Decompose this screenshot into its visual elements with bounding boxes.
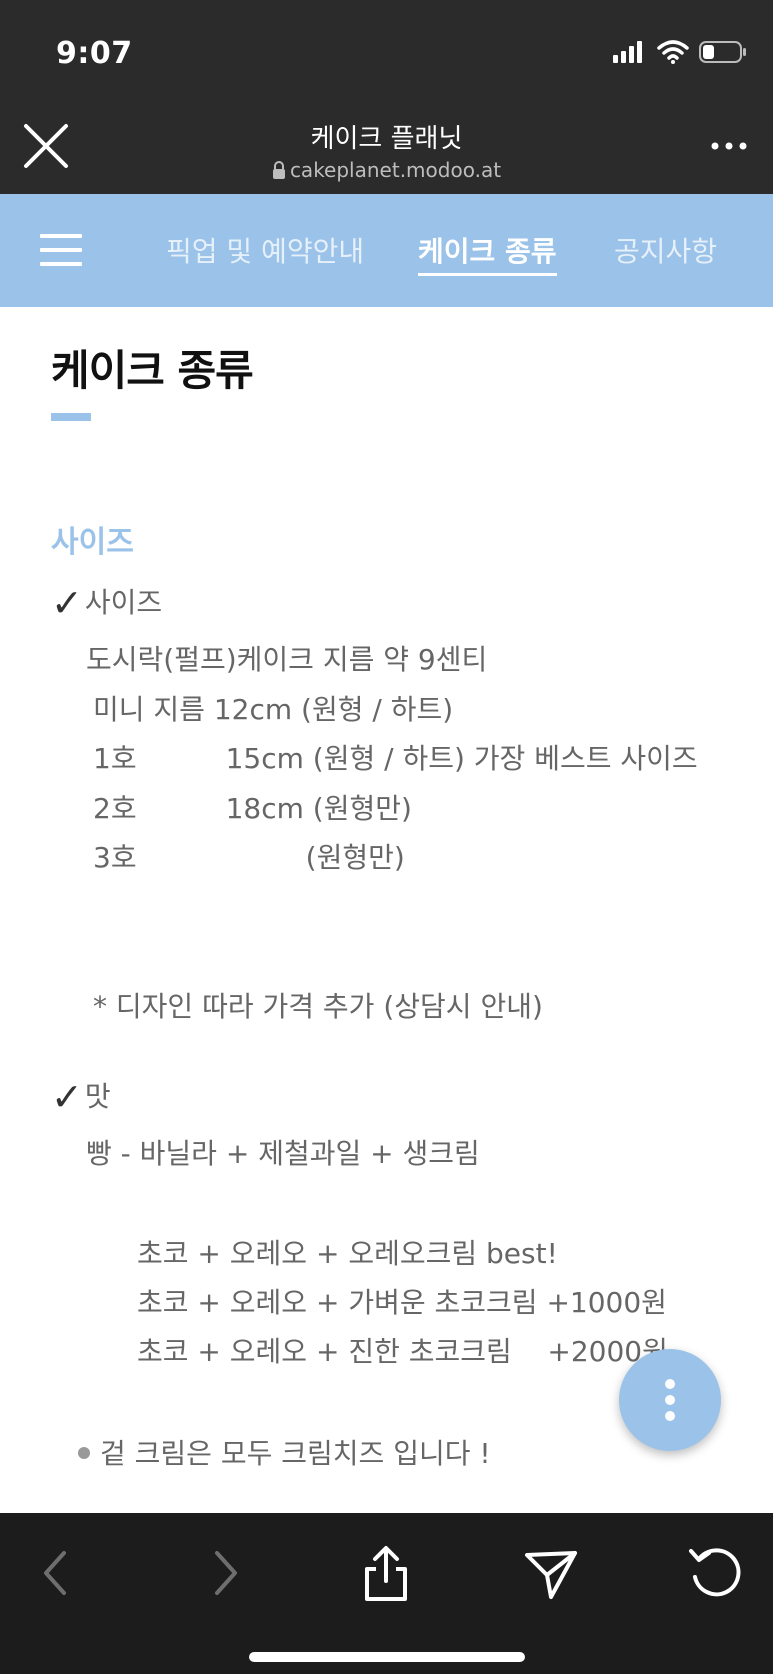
browser-title: 케이크 플래닛 (310, 124, 463, 154)
tab-cake-types[interactable]: 케이크 종류 (418, 230, 557, 276)
taste-line: 초코 + 오레오 + 가벼운 초코크림 +1000원 (137, 1286, 667, 1319)
size-line: 미니 지름 12cm (원형 / 하트) (93, 693, 454, 726)
battery-icon (699, 41, 746, 63)
main-content: 케이크 종류 사이즈 ✓사이즈 도시락(펄프)케이크 지름 약 9센티 미니 지… (0, 307, 773, 1513)
title-underline (51, 413, 91, 421)
vertical-dots-icon (665, 1379, 675, 1389)
url-text: cakeplanet.modoo.at (289, 158, 502, 182)
size-line: 도시락(펄프)케이크 지름 약 9센티 (86, 643, 488, 676)
bullet-icon (78, 1447, 90, 1459)
site-nav: 픽업 및 예약안내 케이크 종류 공지사항 (0, 194, 773, 307)
browser-header: 9:07 케이크 플래닛 cakeplanet.modoo.at (0, 0, 773, 194)
taste-header: ✓맛 (51, 1075, 111, 1119)
cellular-signal-icon (613, 41, 642, 63)
taste-line: 빵 - 바닐라 + 제철과일 + 생크림 (86, 1137, 480, 1170)
tab-pickup-reservation[interactable]: 픽업 및 예약안내 (166, 230, 364, 270)
floating-menu-button[interactable] (619, 1349, 721, 1451)
send-button[interactable] (521, 1543, 581, 1603)
vertical-dots-icon-dot (665, 1411, 675, 1421)
size-line: 3호 (원형만) (93, 841, 405, 874)
back-button[interactable] (28, 1543, 88, 1603)
browser-toolbar (0, 1513, 773, 1674)
cream-note-text: 겉 크림은 모두 크림치즈 입니다 ! (100, 1437, 491, 1470)
forward-button[interactable] (193, 1543, 253, 1603)
checkmark-icon: ✓ (51, 1075, 83, 1119)
hamburger-icon (40, 234, 82, 266)
share-icon (365, 1546, 407, 1601)
back-icon (44, 1551, 66, 1595)
lock-icon (272, 161, 285, 179)
taste-line: 초코 + 오레오 + 오레오크림 best! (137, 1237, 558, 1270)
browser-url[interactable]: cakeplanet.modoo.at (0, 158, 773, 182)
share-button[interactable] (356, 1543, 416, 1603)
size-header: ✓사이즈 (51, 581, 162, 625)
taste-line: 초코 + 오레오 + 진한 초코크림 +2000원 (137, 1335, 668, 1368)
size-line: 2호 18cm (원형만) (93, 792, 412, 825)
tab-notice[interactable]: 공지사항 (614, 230, 717, 270)
status-icons (613, 40, 747, 64)
cream-note: 겉 크림은 모두 크림치즈 입니다 ! (78, 1432, 491, 1472)
more-button[interactable] (707, 130, 751, 160)
home-indicator[interactable] (249, 1652, 525, 1662)
reload-button[interactable] (685, 1543, 745, 1603)
checkmark-icon: ✓ (51, 581, 83, 625)
size-note: * 디자인 따라 가격 추가 (상담시 안내) (93, 990, 543, 1023)
page-title: 케이크 종류 (51, 346, 254, 395)
forward-icon (215, 1551, 237, 1595)
taste-header-text: 맛 (84, 1080, 111, 1113)
reload-icon (689, 1548, 741, 1597)
menu-button[interactable] (40, 230, 84, 270)
status-time: 9:07 (56, 36, 133, 71)
more-icon (711, 142, 747, 150)
send-icon (525, 1551, 577, 1599)
size-header-text: 사이즈 (84, 586, 163, 619)
size-line: 1호 15cm (원형 / 하트) 가장 베스트 사이즈 (93, 742, 698, 775)
wifi-icon (657, 40, 689, 64)
section-heading: 사이즈 (51, 525, 134, 560)
vertical-dots-icon-dot (665, 1395, 675, 1405)
